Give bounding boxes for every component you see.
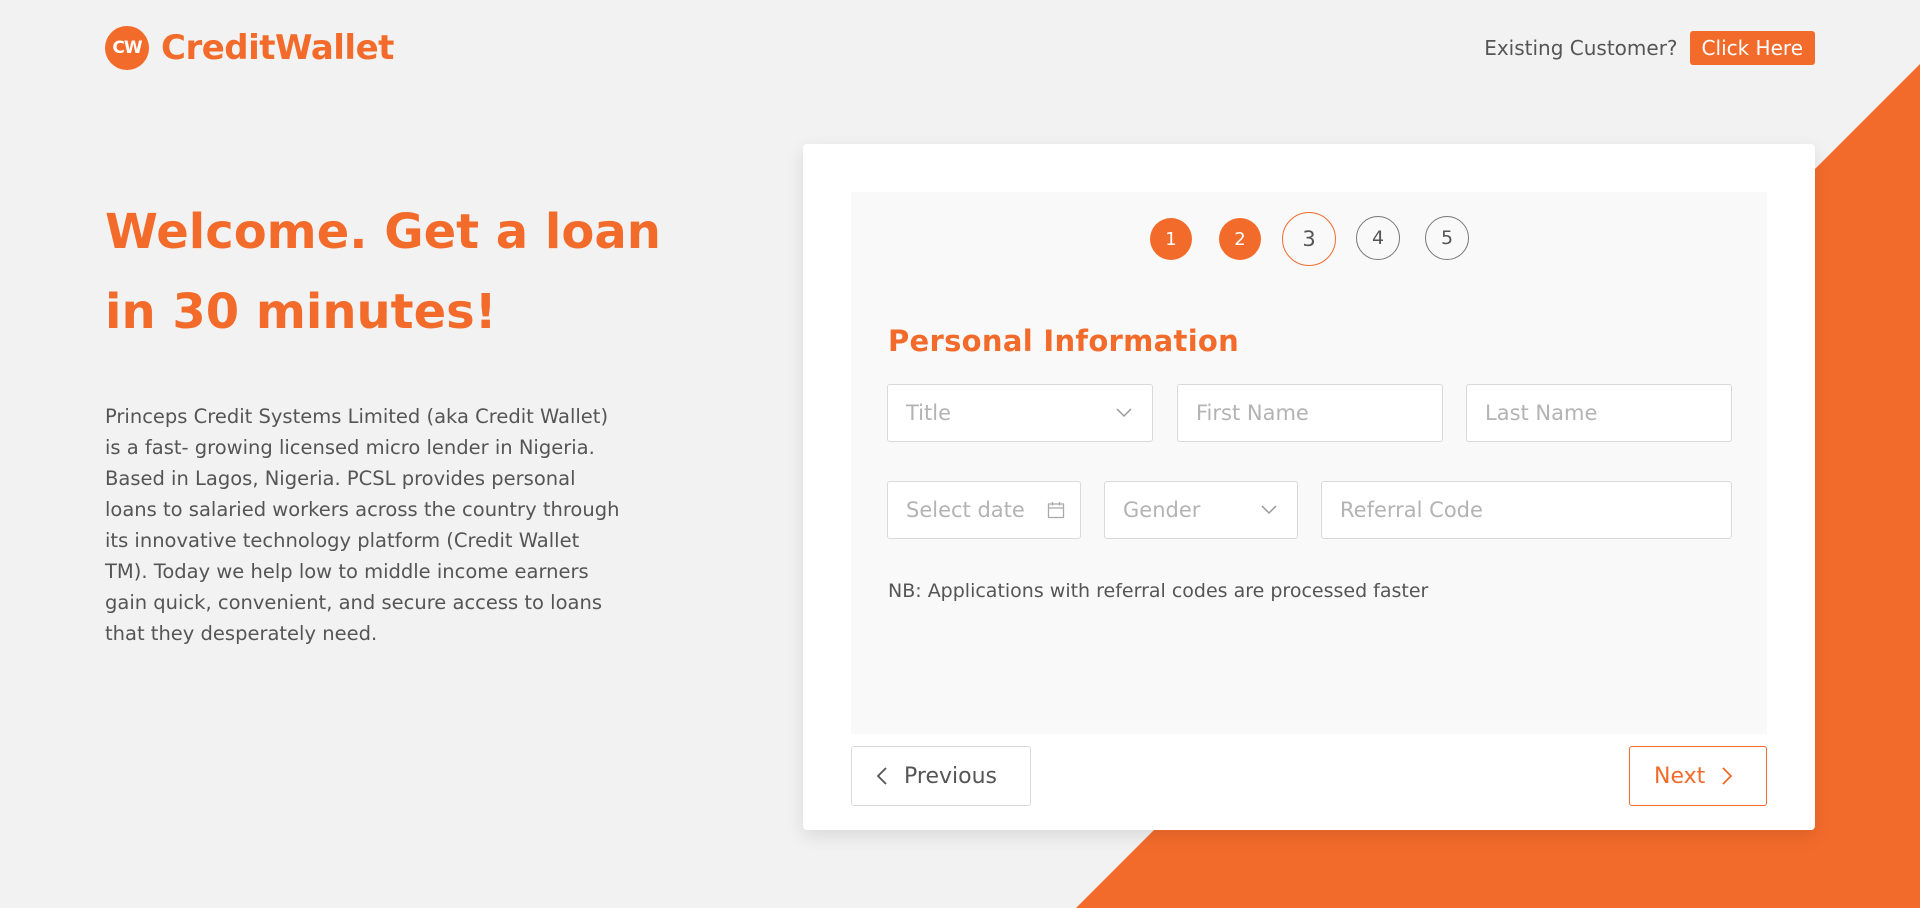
section-title: Personal Information bbox=[888, 324, 1240, 358]
application-card: 1 2 3 4 5 Personal Information Title Fir… bbox=[803, 144, 1815, 830]
brand-name: CreditWallet bbox=[161, 28, 394, 68]
gender-placeholder: Gender bbox=[1123, 498, 1201, 522]
referral-note: NB: Applications with referral codes are… bbox=[888, 580, 1429, 602]
previous-button[interactable]: Previous bbox=[851, 746, 1031, 806]
date-picker[interactable]: Select date bbox=[887, 481, 1081, 539]
title-select-placeholder: Title bbox=[906, 401, 952, 425]
chevron-down-icon bbox=[1259, 500, 1279, 520]
existing-customer-label: Existing Customer? bbox=[1484, 36, 1678, 60]
title-select[interactable]: Title bbox=[887, 384, 1153, 442]
logo-mark-icon: CW bbox=[105, 26, 149, 70]
chevron-down-icon bbox=[1114, 403, 1134, 423]
step-2[interactable]: 2 bbox=[1219, 218, 1261, 260]
calendar-icon bbox=[1046, 500, 1066, 520]
last-name-placeholder: Last Name bbox=[1485, 401, 1598, 425]
click-here-button[interactable]: Click Here bbox=[1689, 31, 1815, 65]
chevron-left-icon bbox=[876, 766, 888, 786]
step-4[interactable]: 4 bbox=[1356, 216, 1400, 260]
step-5[interactable]: 5 bbox=[1425, 216, 1469, 260]
chevron-right-icon bbox=[1721, 766, 1733, 786]
step-indicator: 1 2 3 4 5 bbox=[851, 212, 1767, 266]
step-3[interactable]: 3 bbox=[1282, 212, 1336, 266]
step-1[interactable]: 1 bbox=[1150, 218, 1192, 260]
hero-description: Princeps Credit Systems Limited (aka Cre… bbox=[105, 405, 620, 645]
hero-title: Welcome. Get a loan in 30 minutes! bbox=[105, 204, 661, 340]
signup-page: CW CreditWallet Existing Customer? Click… bbox=[0, 0, 1920, 908]
next-button[interactable]: Next bbox=[1629, 746, 1767, 806]
next-label: Next bbox=[1654, 763, 1706, 789]
existing-customer-area: Existing Customer? Click Here bbox=[1484, 31, 1815, 65]
referral-code-input[interactable]: Referral Code bbox=[1321, 481, 1732, 539]
first-name-placeholder: First Name bbox=[1196, 401, 1309, 425]
last-name-input[interactable]: Last Name bbox=[1466, 384, 1732, 442]
gender-select[interactable]: Gender bbox=[1104, 481, 1298, 539]
previous-label: Previous bbox=[904, 763, 997, 789]
date-placeholder: Select date bbox=[906, 498, 1025, 522]
first-name-input[interactable]: First Name bbox=[1177, 384, 1443, 442]
referral-code-placeholder: Referral Code bbox=[1340, 498, 1483, 522]
form-panel: 1 2 3 4 5 Personal Information Title Fir… bbox=[851, 192, 1767, 734]
brand-logo[interactable]: CW CreditWallet bbox=[105, 26, 394, 70]
